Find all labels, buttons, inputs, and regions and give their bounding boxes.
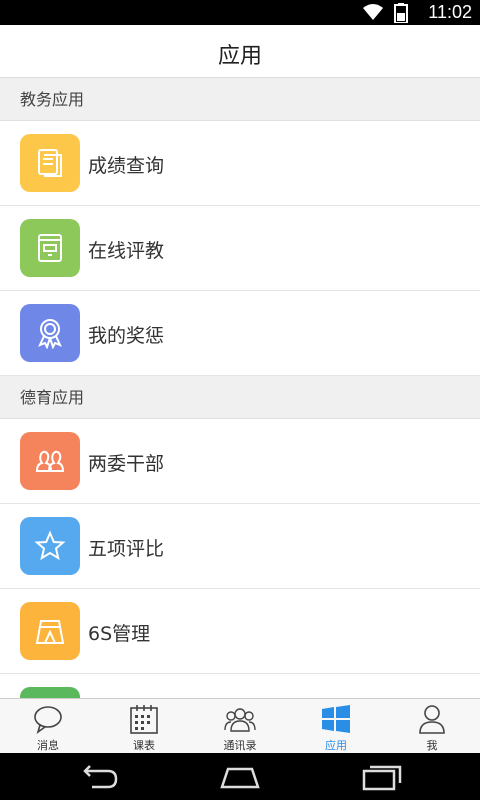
section-header-academic: 教务应用	[0, 78, 480, 121]
status-time: 11:02	[428, 2, 472, 22]
tab-label: 通讯录	[223, 739, 257, 752]
contacts-icon	[224, 708, 256, 732]
app-item-label: 成绩查询	[88, 155, 165, 177]
back-icon[interactable]	[76, 763, 120, 791]
tab-messages[interactable]: 消息	[0, 699, 96, 753]
bottom-tab-bar: 消息 课表 通讯录 应用 我	[0, 698, 480, 753]
home-icon[interactable]	[218, 763, 262, 791]
app-item-partial[interactable]	[0, 674, 480, 698]
tab-me[interactable]: 我	[384, 699, 480, 753]
app-list: 教务应用 成绩查询 在线评教 我的奖惩 德育应用 两委干部 五项评比 6S管理	[0, 78, 480, 698]
person-icon	[419, 705, 445, 734]
status-bar: 11:02	[0, 0, 480, 25]
app-item-five-evaluations[interactable]: 五项评比	[0, 504, 480, 589]
app-icon-partial	[20, 687, 80, 698]
tab-label: 应用	[325, 739, 347, 752]
tab-label: 课表	[133, 739, 155, 752]
book-icon	[20, 219, 80, 277]
app-item-online-evaluation[interactable]: 在线评教	[0, 206, 480, 291]
group-people-icon	[20, 432, 80, 490]
tab-label: 我	[426, 739, 438, 752]
app-item-label: 我的奖惩	[88, 325, 165, 347]
battery-icon	[394, 3, 408, 23]
tab-label: 消息	[37, 739, 59, 752]
app-item-rewards-punishments[interactable]: 我的奖惩	[0, 291, 480, 376]
app-item-committee-cadres[interactable]: 两委干部	[0, 419, 480, 504]
app-item-label: 6S管理	[88, 623, 151, 645]
app-item-6s-management[interactable]: 6S管理	[0, 589, 480, 674]
app-item-label: 两委干部	[88, 453, 165, 475]
system-nav-bar	[0, 753, 480, 800]
tab-schedule[interactable]: 课表	[96, 699, 192, 753]
app-item-grade-query[interactable]: 成绩查询	[0, 121, 480, 206]
award-ribbon-icon	[20, 304, 80, 362]
app-item-label: 在线评教	[88, 240, 165, 262]
title-bar: 应用	[0, 25, 480, 78]
app-item-label: 五项评比	[88, 538, 165, 560]
document-icon	[20, 134, 80, 192]
chat-bubble-icon	[34, 706, 62, 734]
tab-apps[interactable]: 应用	[288, 699, 384, 753]
windows-grid-icon	[322, 705, 350, 733]
tab-contacts[interactable]: 通讯录	[192, 699, 288, 753]
tent-icon	[20, 602, 80, 660]
wifi-icon	[363, 4, 383, 20]
star-icon	[20, 517, 80, 575]
recent-apps-icon[interactable]	[360, 763, 404, 791]
section-header-moral: 德育应用	[0, 376, 480, 419]
page-title: 应用	[217, 44, 262, 69]
calendar-icon	[130, 705, 158, 734]
